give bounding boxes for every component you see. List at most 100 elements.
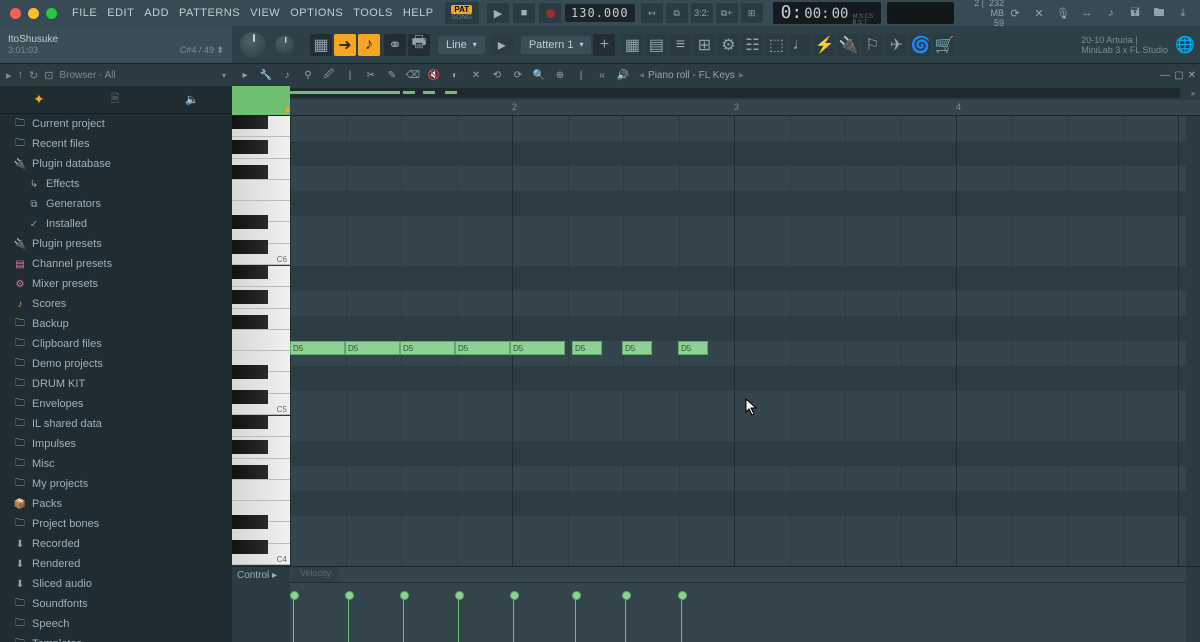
menu-file[interactable]: FILE [67, 7, 102, 19]
window-shortcut-4[interactable]: ⚙ [717, 34, 739, 56]
browser-header[interactable]: ▸↑↻⊡ Browser - All ▾ [0, 64, 232, 86]
pr-tool-3[interactable]: ⚲ [299, 66, 317, 84]
maximize-window-icon[interactable] [46, 8, 57, 19]
play-button[interactable]: ▶ [487, 3, 509, 23]
window-shortcut-1[interactable]: ▤ [645, 34, 667, 56]
switch-0[interactable]: ▦ [310, 34, 332, 56]
snap-btn-2[interactable]: 3:2: [691, 3, 713, 23]
control-label[interactable]: Control ▸ [232, 567, 290, 642]
browser-sound-icon[interactable]: 🔈 [185, 93, 199, 106]
browser-item-effects[interactable]: ↳Effects [0, 174, 232, 194]
window-shortcut-9[interactable]: 🔌 [837, 34, 859, 56]
browser-item-installed[interactable]: ✓Installed [0, 214, 232, 234]
browser-item-impulses[interactable]: 🗀Impulses [0, 434, 232, 454]
pr-maximize-icon[interactable]: ▢ [1174, 70, 1183, 81]
browser-add-icon[interactable]: ✦ [33, 91, 45, 108]
midi-note[interactable]: D5 [572, 341, 602, 355]
velocity-stem[interactable] [403, 594, 404, 642]
ctrl-vertical-scrollbar[interactable] [1186, 567, 1200, 642]
top-icon-6[interactable]: 🖿 [1148, 2, 1170, 24]
globe-icon[interactable]: 🌐 [1174, 34, 1196, 56]
pr-tool-15[interactable]: ⊕ [551, 66, 569, 84]
midi-note[interactable]: D5 [290, 341, 345, 355]
midi-note[interactable]: D5 [400, 341, 455, 355]
window-shortcut-2[interactable]: ≡ [669, 34, 691, 56]
menu-view[interactable]: VIEW [245, 7, 285, 19]
menu-patterns[interactable]: PATTERNS [174, 7, 245, 19]
browser-item-project-bones[interactable]: 🗀Project bones [0, 514, 232, 534]
midi-note[interactable]: D5 [678, 341, 708, 355]
browser-item-demo-projects[interactable]: 🗀Demo projects [0, 354, 232, 374]
pr-tool-9[interactable]: 🔇 [425, 66, 443, 84]
snap-btn-0[interactable]: ↤ [641, 3, 663, 23]
top-icon-2[interactable]: 🎙 [1052, 2, 1074, 24]
tempo-display[interactable]: 130.000 [565, 4, 635, 22]
browser-item-clipboard-files[interactable]: 🗀Clipboard files [0, 334, 232, 354]
top-icon-0[interactable]: ⟳ [1004, 2, 1026, 24]
snap-btn-3[interactable]: ⧉+ [716, 3, 738, 23]
browser-item-channel-presets[interactable]: ▤Channel presets [0, 254, 232, 274]
pattern-add-button[interactable]: + [593, 34, 615, 56]
menu-help[interactable]: HELP [398, 7, 439, 19]
midi-note[interactable]: D5 [455, 341, 510, 355]
window-shortcut-10[interactable]: ⚐ [861, 34, 883, 56]
switch-1[interactable]: ➜ [334, 34, 356, 56]
piano-keyboard[interactable]: C6C5C4 [232, 116, 290, 566]
pr-tool-8[interactable]: ⌫ [404, 66, 422, 84]
snap-btn-1[interactable]: ⧉ [666, 3, 688, 23]
misc-switch-1[interactable]: 🖶 [408, 34, 430, 56]
top-icon-7[interactable]: ⤓ [1172, 2, 1194, 24]
minimize-window-icon[interactable] [28, 8, 39, 19]
browser-item-drum-kit[interactable]: 🗀DRUM KIT [0, 374, 232, 394]
browser-item-rendered[interactable]: ⬇Rendered [0, 554, 232, 574]
velocity-editor[interactable] [290, 583, 1186, 642]
browser-item-packs[interactable]: 📦Packs [0, 494, 232, 514]
snap-btn-4[interactable]: ⊞ [741, 3, 763, 23]
pr-tool-18[interactable]: 🔊 [614, 66, 632, 84]
menu-options[interactable]: OPTIONS [285, 7, 348, 19]
piano-roll-minimap[interactable]: ▸ [232, 86, 1200, 100]
velocity-stem[interactable] [625, 594, 626, 642]
midi-note[interactable]: D5 [622, 341, 652, 355]
pr-tool-14[interactable]: 🔍 [530, 66, 548, 84]
velocity-stem[interactable] [575, 594, 576, 642]
velocity-stem[interactable] [513, 594, 514, 642]
master-volume-knob[interactable] [240, 32, 266, 58]
pr-tool-7[interactable]: ✎ [383, 66, 401, 84]
browser-item-sliced-audio[interactable]: ⬇Sliced audio [0, 574, 232, 594]
window-shortcut-7[interactable]: ♩ [789, 34, 811, 56]
velocity-stem[interactable] [348, 594, 349, 642]
switch-2[interactable]: ♪ [358, 34, 380, 56]
browser-item-generators[interactable]: ⧉Generators [0, 194, 232, 214]
menu-edit[interactable]: EDIT [102, 7, 139, 19]
pattern-selector[interactable]: Pattern 1 ▾ [521, 36, 592, 54]
browser-item-current-project[interactable]: 🗀Current project [0, 114, 232, 134]
top-icon-3[interactable]: ↔ [1076, 2, 1098, 24]
pr-tool-10[interactable]: ◐ [446, 66, 464, 84]
close-window-icon[interactable] [10, 8, 21, 19]
browser-item-recorded[interactable]: ⬇Recorded [0, 534, 232, 554]
menu-tools[interactable]: TOOLS [348, 7, 398, 19]
browser-item-soundfonts[interactable]: 🗀Soundfonts [0, 594, 232, 614]
prev-knob-icon[interactable]: ▸ [491, 35, 513, 55]
window-shortcut-11[interactable]: ✈ [885, 34, 907, 56]
pr-minimize-icon[interactable]: — [1160, 70, 1170, 81]
piano-roll-grid[interactable]: D5D5D5D5D5D5D5D5 [290, 116, 1186, 566]
window-shortcut-0[interactable]: ▦ [621, 34, 643, 56]
velocity-stem[interactable] [458, 594, 459, 642]
top-icon-4[interactable]: ♪ [1100, 2, 1122, 24]
pr-tool-6[interactable]: ✂ [362, 66, 380, 84]
browser-item-mixer-presets[interactable]: ⚙Mixer presets [0, 274, 232, 294]
browser-item-il-shared-data[interactable]: 🗀IL shared data [0, 414, 232, 434]
window-shortcut-3[interactable]: ⊞ [693, 34, 715, 56]
window-shortcut-6[interactable]: ⬚ [765, 34, 787, 56]
browser-item-scores[interactable]: ♪Scores [0, 294, 232, 314]
snap-selector[interactable]: Line ▾ [438, 36, 485, 54]
browser-item-plugin-database[interactable]: 🔌Plugin database [0, 154, 232, 174]
vertical-scrollbar[interactable] [1186, 116, 1200, 566]
browser-item-recent-files[interactable]: 🗀Recent files [0, 134, 232, 154]
window-shortcut-8[interactable]: ⚡ [813, 34, 835, 56]
midi-note[interactable]: D5 [345, 341, 400, 355]
browser-item-my-projects[interactable]: 🗀My projects [0, 474, 232, 494]
output-meter[interactable] [887, 2, 954, 24]
